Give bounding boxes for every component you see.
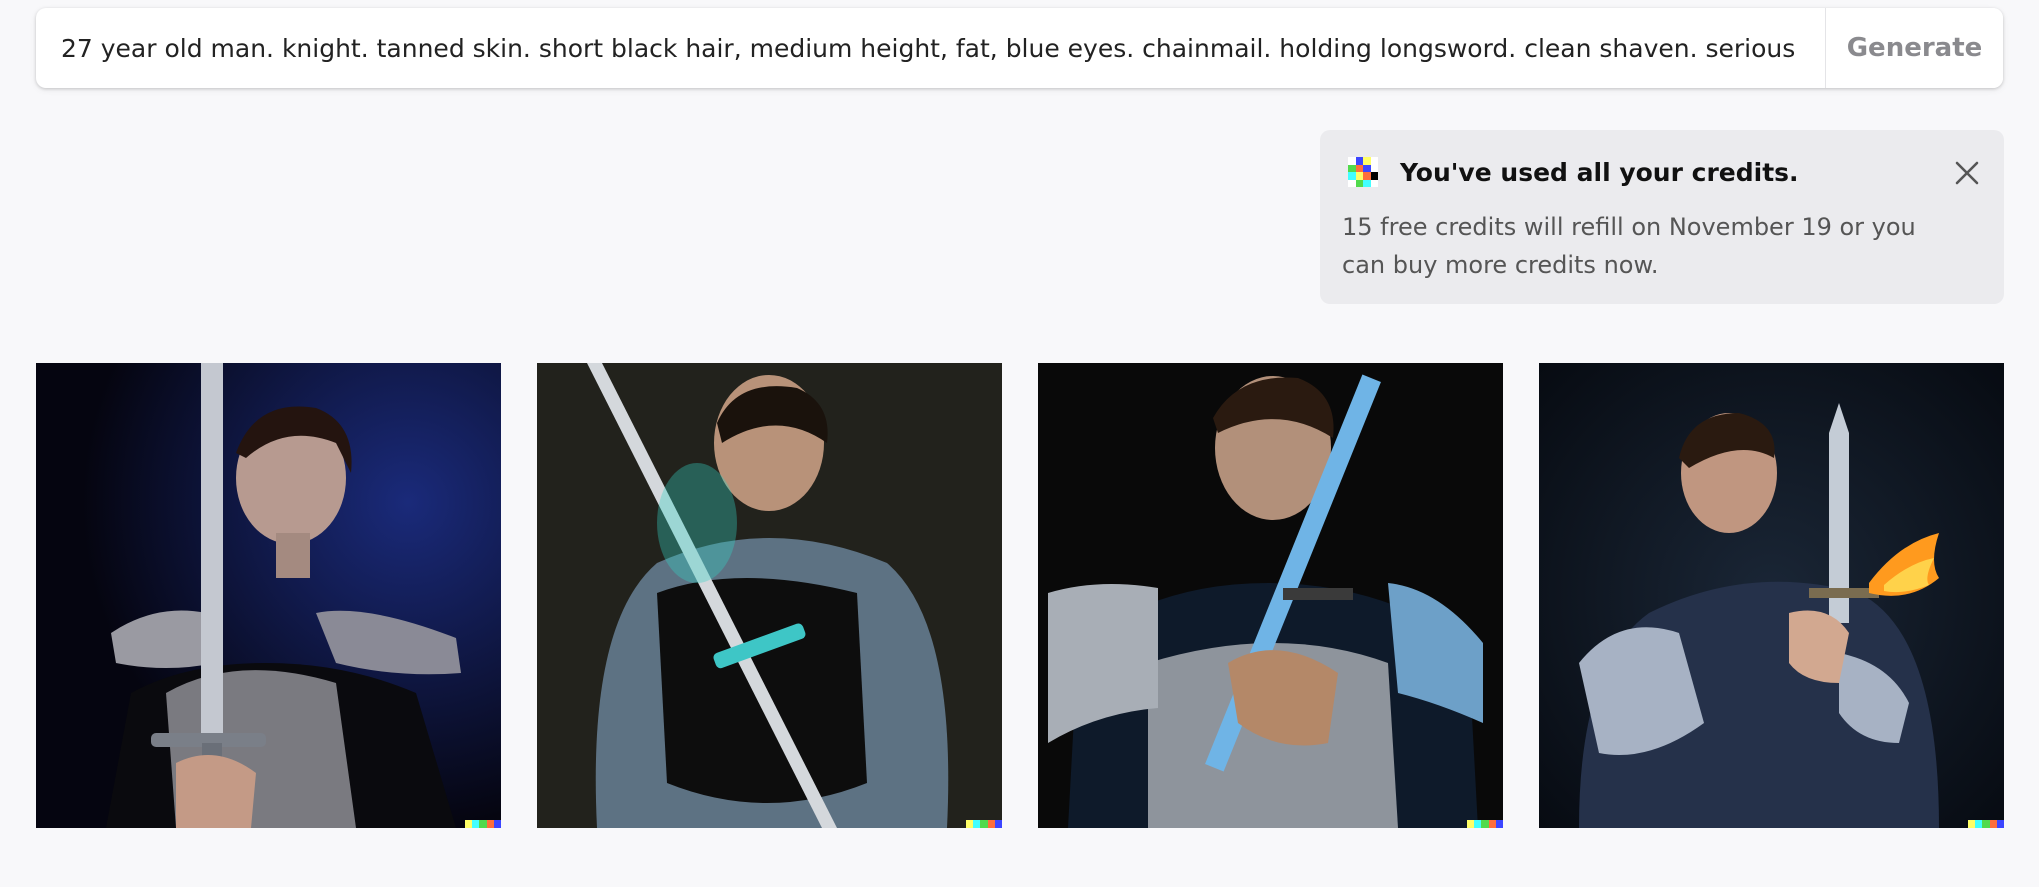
image-badge — [1467, 820, 1503, 828]
knight-sword-vertical-image — [36, 363, 501, 828]
image-badge — [966, 820, 1002, 828]
generated-image[interactable] — [1539, 363, 2004, 828]
knight-sword-fire-image — [1539, 363, 2004, 828]
prompt-bar: Generate — [36, 8, 2003, 88]
knight-shield-image — [537, 363, 1002, 828]
image-badge — [1968, 820, 2004, 828]
credits-notice: You've used all your credits. 15 free cr… — [1320, 130, 2004, 304]
generated-image[interactable] — [36, 363, 501, 828]
generate-button[interactable]: Generate — [1825, 8, 2003, 88]
generated-image[interactable] — [1038, 363, 1503, 828]
knight-plate-armor-image — [1038, 363, 1503, 828]
notice-body: 15 free credits will refill on November … — [1342, 213, 1916, 279]
close-icon[interactable] — [1952, 158, 1982, 188]
prompt-input[interactable] — [36, 8, 1825, 88]
image-badge — [465, 820, 501, 828]
notice-header: You've used all your credits. — [1342, 152, 1982, 192]
notice-title: You've used all your credits. — [1400, 157, 1799, 187]
app-logo-icon — [1348, 157, 1378, 187]
generated-image[interactable] — [537, 363, 1002, 828]
